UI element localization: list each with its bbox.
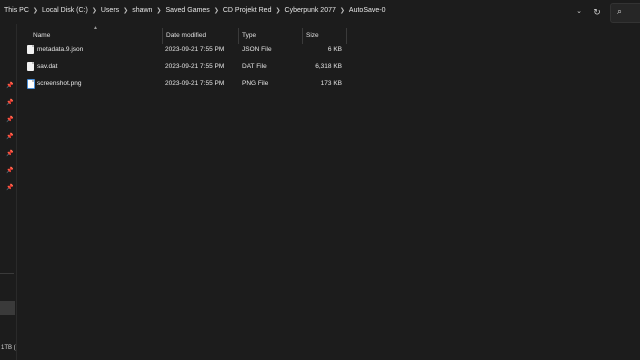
navigation-pane[interactable]: 📌 📌 📌 📌 📌 📌 📌 1TB ( bbox=[0, 24, 17, 360]
file-type: DAT File bbox=[242, 63, 267, 70]
search-icon: ⌕ bbox=[617, 6, 623, 16]
pin-icon[interactable]: 📌 bbox=[6, 82, 13, 89]
dat-file-icon bbox=[27, 62, 34, 71]
chevron-right-icon[interactable]: ❯ bbox=[123, 7, 128, 14]
file-name: sav.dat bbox=[37, 63, 58, 70]
breadcrumb-saved-games[interactable]: Saved Games bbox=[165, 7, 209, 14]
file-list[interactable]: ▲ Name Date modified Type Size metadata.… bbox=[18, 24, 640, 360]
chevron-right-icon[interactable]: ❯ bbox=[275, 7, 280, 14]
breadcrumb-cyberpunk-2077[interactable]: Cyberpunk 2077 bbox=[285, 7, 336, 14]
file-size: 6,318 KB bbox=[315, 63, 342, 70]
nav-drive-label[interactable]: 1TB ( bbox=[1, 345, 16, 351]
file-type: JSON File bbox=[242, 46, 272, 53]
file-row[interactable]: screenshot.png 2023-09-21 7:55 PM PNG Fi… bbox=[18, 76, 358, 92]
file-date: 2023-09-21 7:55 PM bbox=[165, 46, 225, 53]
file-date: 2023-09-21 7:55 PM bbox=[165, 63, 225, 70]
chevron-down-icon: ⌄ bbox=[576, 8, 582, 15]
file-date: 2023-09-21 7:55 PM bbox=[165, 80, 225, 87]
refresh-icon: ↻ bbox=[593, 7, 601, 17]
breadcrumb-users[interactable]: Users bbox=[101, 7, 119, 14]
breadcrumb-shawn[interactable]: shawn bbox=[132, 7, 152, 14]
search-input[interactable]: ⌕ bbox=[610, 3, 640, 23]
pin-icon[interactable]: 📌 bbox=[6, 116, 13, 123]
breadcrumb-this-pc[interactable]: This PC bbox=[4, 7, 29, 14]
file-size: 6 KB bbox=[327, 46, 342, 53]
pin-icon[interactable]: 📌 bbox=[6, 99, 13, 106]
breadcrumb-local-disk[interactable]: Local Disk (C:) bbox=[42, 7, 88, 14]
nav-item-selected[interactable] bbox=[0, 301, 15, 315]
breadcrumb: This PC ❯ Local Disk (C:) ❯ Users ❯ shaw… bbox=[4, 7, 386, 14]
chevron-right-icon[interactable]: ❯ bbox=[156, 7, 161, 14]
pin-icon[interactable]: 📌 bbox=[6, 150, 13, 157]
chevron-right-icon[interactable]: ❯ bbox=[214, 7, 219, 14]
file-type: PNG File bbox=[242, 80, 269, 87]
chevron-right-icon[interactable]: ❯ bbox=[340, 7, 345, 14]
pin-icon[interactable]: 📌 bbox=[6, 184, 13, 191]
json-file-icon bbox=[27, 45, 34, 54]
file-name: screenshot.png bbox=[37, 80, 82, 87]
address-bar[interactable]: This PC ❯ Local Disk (C:) ❯ Users ❯ shaw… bbox=[0, 0, 640, 24]
pin-icon[interactable]: 📌 bbox=[6, 167, 13, 174]
chevron-right-icon[interactable]: ❯ bbox=[33, 7, 38, 14]
file-size: 173 KB bbox=[320, 80, 342, 87]
breadcrumb-autosave-0[interactable]: AutoSave-0 bbox=[349, 7, 386, 14]
pin-icon[interactable]: 📌 bbox=[6, 133, 13, 140]
breadcrumb-cd-projekt-red[interactable]: CD Projekt Red bbox=[223, 7, 272, 14]
file-name: metadata.9.json bbox=[37, 46, 84, 53]
nav-divider bbox=[0, 273, 14, 274]
chevron-right-icon[interactable]: ❯ bbox=[92, 7, 97, 14]
address-history-button[interactable]: ⌄ bbox=[573, 6, 585, 18]
file-row[interactable]: metadata.9.json 2023-09-21 7:55 PM JSON … bbox=[18, 42, 358, 58]
file-row[interactable]: sav.dat 2023-09-21 7:55 PM DAT File 6,31… bbox=[18, 59, 358, 75]
refresh-button[interactable]: ↻ bbox=[590, 5, 604, 19]
png-file-icon bbox=[27, 79, 35, 89]
